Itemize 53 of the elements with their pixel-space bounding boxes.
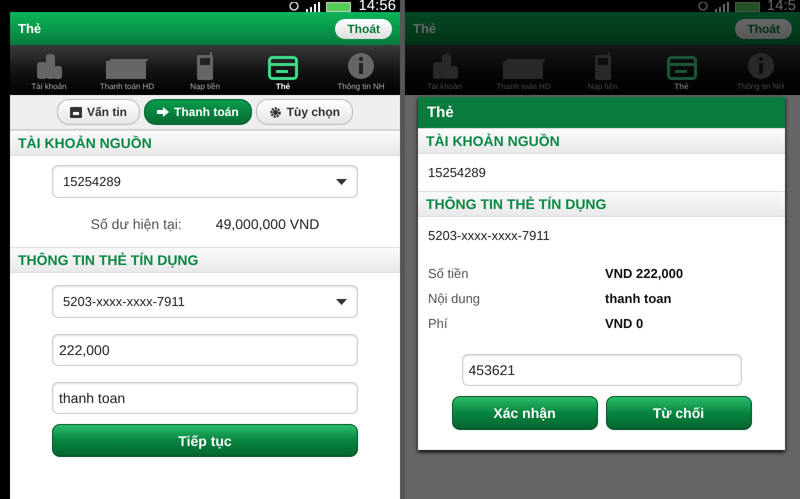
dropdown-caret-icon bbox=[336, 298, 347, 304]
signal-icon bbox=[714, 2, 729, 12]
balance-label: Số dư hiện tại: bbox=[90, 216, 182, 232]
inbox-icon bbox=[70, 106, 82, 118]
otp-field[interactable]: 453621 bbox=[462, 354, 742, 386]
battery-icon bbox=[734, 2, 761, 12]
credit-card-icon bbox=[268, 56, 298, 80]
info-icon bbox=[746, 52, 774, 80]
app-title: Thẻ bbox=[18, 21, 42, 36]
detail-label: Phí bbox=[428, 316, 449, 331]
account-dropdown[interactable]: 15254289 bbox=[52, 165, 358, 198]
segment-tab[interactable]: Tùy chọn bbox=[256, 99, 354, 125]
gear-icon bbox=[268, 106, 282, 118]
nav-tab[interactable]: Thanh toán HD bbox=[88, 45, 166, 95]
section-heading: THÔNG TIN THẺ TÍN DỤNG bbox=[10, 247, 400, 273]
info-icon bbox=[347, 52, 375, 80]
section-heading: TÀI KHOẢN NGUỒN bbox=[10, 130, 400, 156]
note-field[interactable]: thanh toan bbox=[52, 382, 358, 414]
confirm-button[interactable]: Xác nhận bbox=[452, 396, 598, 430]
nav-tab[interactable]: Tài khoản bbox=[10, 45, 88, 95]
nav-tab[interactable]: Thông tin NH bbox=[322, 45, 400, 95]
section-heading: THÔNG TIN THẺ TÍN DỤNG bbox=[418, 191, 785, 217]
nav-tab[interactable]: Thẻ bbox=[244, 45, 322, 95]
arrow-right-icon bbox=[157, 107, 169, 117]
segment-tab[interactable]: Vấn tin bbox=[56, 99, 140, 125]
balance-value: 49,000,000 VND bbox=[216, 216, 320, 232]
nav-tab[interactable]: Nạp tiền bbox=[166, 45, 244, 95]
card-dropdown[interactable]: 5203-xxxx-xxxx-7911 bbox=[52, 285, 358, 318]
detail-value: thanh toan bbox=[605, 291, 672, 306]
account-number: 15254289 bbox=[427, 164, 487, 182]
status-time: 14:5 bbox=[766, 0, 796, 12]
battery-icon bbox=[326, 2, 352, 12]
credit-card-icon bbox=[666, 56, 696, 80]
dialog-title: Thẻ bbox=[418, 97, 785, 128]
detail-value: VND 222,000 bbox=[605, 266, 684, 281]
nav-tab[interactable]: Thẻ bbox=[642, 45, 721, 95]
amount-field[interactable]: 222,000 bbox=[52, 334, 358, 366]
detail-label: Số tiền bbox=[428, 266, 470, 281]
continue-button[interactable]: Tiếp tục bbox=[52, 424, 358, 457]
card-icon bbox=[105, 58, 149, 80]
signal-icon bbox=[306, 2, 320, 12]
segment-tab[interactable]: Thanh toán bbox=[144, 99, 252, 125]
detail-label: Nội dung bbox=[428, 291, 482, 306]
app-title: Thẻ bbox=[413, 21, 436, 36]
section-heading: TÀI KHOẢN NGUỒN bbox=[418, 128, 785, 154]
phone-icon bbox=[196, 52, 214, 80]
dropdown-caret-icon bbox=[336, 178, 347, 184]
card-icon bbox=[502, 58, 546, 80]
card-number: 5203-xxxx-xxxx-7911 bbox=[427, 227, 551, 245]
phone-icon bbox=[594, 52, 612, 80]
decline-button[interactable]: Từ chối bbox=[606, 396, 752, 430]
detail-value: VND 0 bbox=[605, 316, 644, 331]
exit-button[interactable]: Thoát bbox=[335, 18, 392, 38]
